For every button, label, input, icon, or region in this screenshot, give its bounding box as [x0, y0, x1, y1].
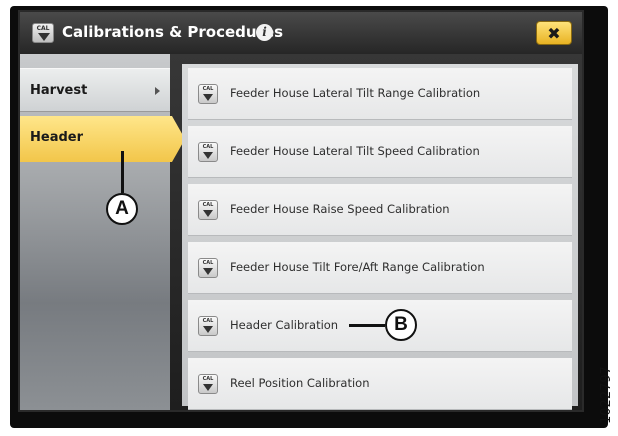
list-item[interactable]: CAL Reel Position Calibration [188, 358, 572, 410]
list-item[interactable]: CAL Feeder House Tilt Fore/Aft Range Cal… [188, 242, 572, 294]
figure-number: 1022797 [599, 366, 614, 424]
sidebar-item-label: Header [30, 130, 84, 145]
callout-a-leader [121, 151, 124, 193]
info-icon[interactable]: i [256, 24, 273, 41]
title-bar: CAL Calibrations & Procedures i ✖ [20, 12, 582, 54]
procedure-label: Feeder House Raise Speed Calibration [230, 202, 450, 216]
list-item[interactable]: CAL Feeder House Lateral Tilt Range Cali… [188, 68, 572, 120]
calibration-icon: CAL [198, 374, 218, 394]
calibration-icon: CAL [32, 23, 54, 43]
chevron-right-icon [155, 87, 160, 95]
calibration-icon: CAL [198, 200, 218, 220]
sidebar-item-harvest[interactable]: Harvest [20, 68, 170, 112]
sidebar-item-label: Harvest [30, 83, 88, 98]
procedure-label: Header Calibration [230, 318, 339, 332]
callout-b-leader [349, 324, 385, 327]
page-title: Calibrations & Procedures [62, 23, 284, 41]
callout-b: B [385, 309, 417, 341]
calibration-icon: CAL [198, 316, 218, 336]
procedure-list: CAL Feeder House Lateral Tilt Range Cali… [182, 64, 578, 410]
calibration-icon: CAL [198, 258, 218, 278]
calibration-icon: CAL [198, 142, 218, 162]
callout-a: A [106, 193, 138, 225]
sidebar: Harvest Header [20, 54, 185, 410]
list-item[interactable]: CAL Feeder House Raise Speed Calibration [188, 184, 572, 236]
calibrations-screen: CAL Calibrations & Procedures i ✖ Harves… [18, 10, 584, 412]
procedure-label: Reel Position Calibration [230, 376, 370, 390]
procedure-label: Feeder House Lateral Tilt Range Calibrat… [230, 86, 481, 100]
sidebar-item-header[interactable]: Header [20, 116, 185, 162]
close-button[interactable]: ✖ [536, 21, 572, 45]
procedure-label: Feeder House Tilt Fore/Aft Range Calibra… [230, 260, 485, 274]
calibration-icon: CAL [198, 84, 218, 104]
procedure-label: Feeder House Lateral Tilt Speed Calibrat… [230, 144, 480, 158]
list-item[interactable]: CAL Feeder House Lateral Tilt Speed Cali… [188, 126, 572, 178]
